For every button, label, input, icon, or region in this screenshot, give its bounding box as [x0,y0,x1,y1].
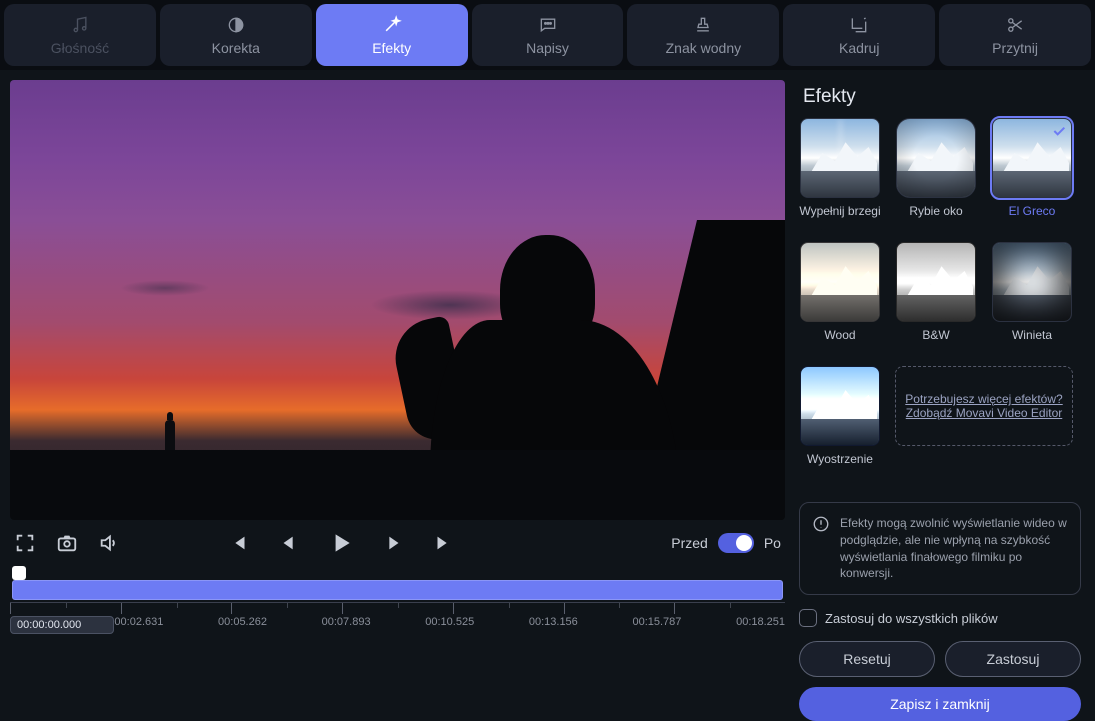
effect-thumb[interactable] [896,242,976,322]
before-label: Przed [671,535,708,551]
tab-watermark[interactable]: Znak wodny [627,4,779,66]
tab-label: Kadruj [839,40,879,56]
effect-thumb[interactable] [992,118,1072,198]
subtitles-icon [538,14,558,36]
fullscreen-icon[interactable] [14,532,36,554]
info-icon [812,515,830,533]
save-close-button[interactable]: Zapisz i zamknij [799,687,1081,721]
effect-item-wood[interactable]: Wood [799,242,881,356]
frame-back-icon[interactable] [278,532,300,554]
effect-label: Winieta [1012,328,1052,356]
tab-label: Głośność [51,40,109,56]
effect-thumb[interactable] [800,366,880,446]
clip-region[interactable] [12,580,783,600]
tab-crop[interactable]: Kadruj [783,4,935,66]
skip-start-icon[interactable] [228,532,250,554]
effect-label: Wood [824,328,855,356]
promo-link-1[interactable]: Potrzebujesz więcej efektów? [905,392,1062,406]
scissors-icon [1005,14,1025,36]
tab-subtitles[interactable]: Napisy [472,4,624,66]
check-icon [1051,123,1067,139]
tab-label: Znak wodny [666,40,741,56]
reset-button[interactable]: Resetuj [799,641,935,677]
snapshot-icon[interactable] [56,532,78,554]
crop-rotate-icon [849,14,869,36]
ruler-ticks [10,602,785,614]
tab-trim[interactable]: Przytnij [939,4,1091,66]
performance-note: Efekty mogą zwolnić wyświetlanie wideo w… [799,502,1081,595]
contrast-icon [226,14,246,36]
effects-grid: Wypełnij brzegi Rybie oko El Greco Wood B&W W… [799,118,1081,480]
playhead[interactable] [12,566,26,580]
effect-label: B&W [922,328,949,356]
effect-item-wype-nij-brzegi[interactable]: Wypełnij brzegi [799,118,881,232]
tab-volume: Głośność [4,4,156,66]
play-icon[interactable] [328,530,354,556]
after-label: Po [764,535,781,551]
skip-end-icon[interactable] [432,532,454,554]
panel-title: Efekty [803,86,1081,108]
effect-thumb[interactable] [992,242,1072,322]
effect-item-b-w[interactable]: B&W [895,242,977,356]
effect-item-winieta[interactable]: Winieta [991,242,1073,356]
tab-label: Napisy [526,40,569,56]
tab-effects[interactable]: Efekty [316,4,468,66]
effect-label: Rybie oko [909,204,962,232]
current-time: 00:00:00.000 [10,616,114,634]
effect-thumb[interactable] [800,118,880,198]
effect-label: El Greco [1009,204,1056,232]
apply-all-label: Zastosuj do wszystkich plików [825,611,998,626]
video-preview[interactable] [10,80,785,520]
before-after-toggle[interactable] [718,533,754,553]
effect-label: Wypełnij brzegi [799,204,880,232]
tab-label: Efekty [372,40,411,56]
sound-icon[interactable] [98,532,120,554]
apply-all-checkbox[interactable]: Zastosuj do wszystkich plików [799,609,1081,627]
effect-thumb[interactable] [896,118,976,198]
effect-label: Wyostrzenie [807,452,873,480]
promo-link-2[interactable]: Zdobądź Movavi Video Editor [906,406,1063,420]
tabs-bar: Głośność Korekta Efekty Napisy Znak wodn… [0,0,1095,70]
more-effects-promo[interactable]: Potrzebujesz więcej efektów?Zdobądź Mova… [895,366,1073,446]
tab-correction[interactable]: Korekta [160,4,312,66]
effect-thumb[interactable] [800,242,880,322]
music-icon [70,14,90,36]
effect-item-wyostrzenie[interactable]: Wyostrzenie [799,366,881,480]
tab-label: Przytnij [992,40,1038,56]
apply-button[interactable]: Zastosuj [945,641,1081,677]
time-labels: 00:00:00.000 00:02.631 00:05.262 00:07.8… [10,614,785,634]
checkbox-icon[interactable] [799,609,817,627]
effect-item-el-greco[interactable]: El Greco [991,118,1073,232]
tab-label: Korekta [212,40,260,56]
wand-icon [382,14,402,36]
frame-fwd-icon[interactable] [382,532,404,554]
effect-item-rybie-oko[interactable]: Rybie oko [895,118,977,232]
stamp-icon [693,14,713,36]
timeline[interactable]: 00:00:00.000 00:02.631 00:05.262 00:07.8… [10,566,785,634]
note-text: Efekty mogą zwolnić wyświetlanie wideo w… [840,515,1068,582]
